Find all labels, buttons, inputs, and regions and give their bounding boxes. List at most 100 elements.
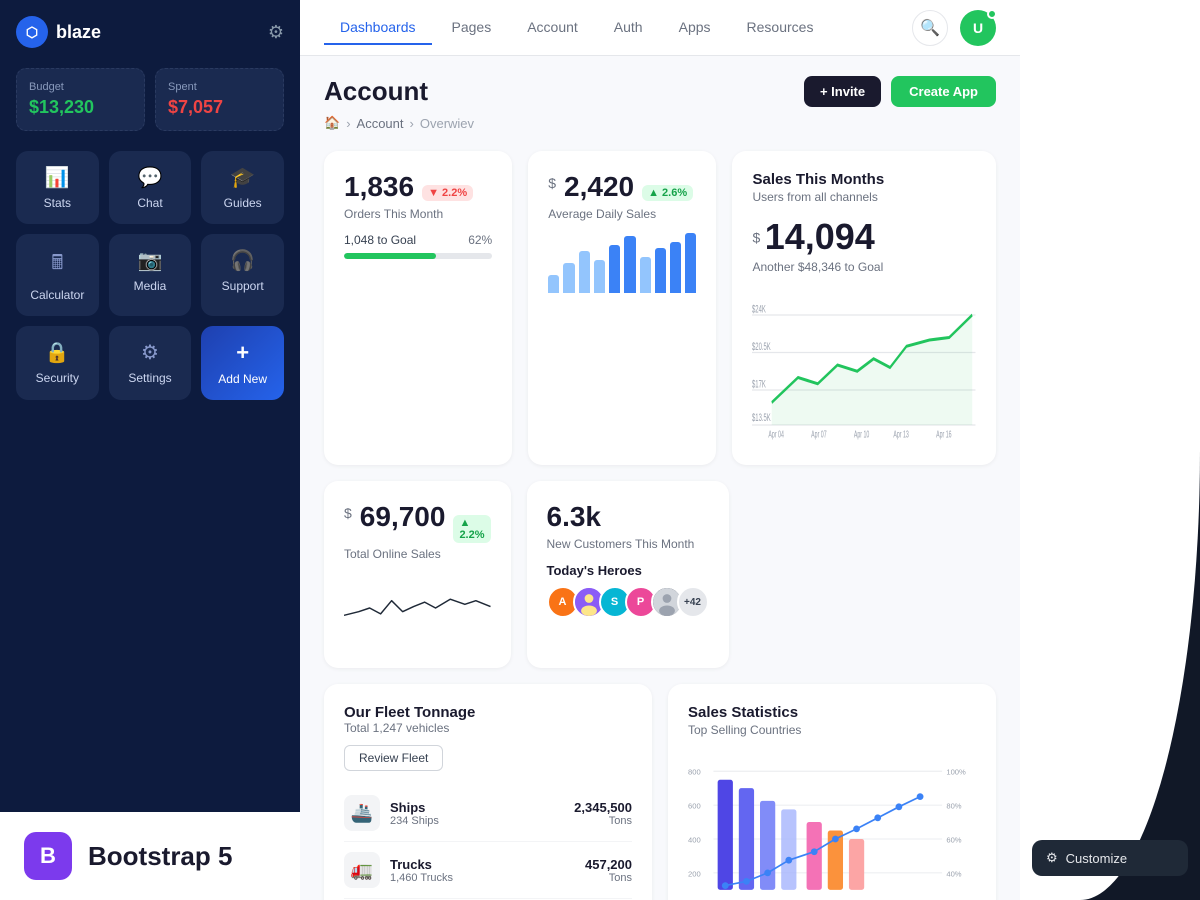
budget-cards: Budget $13,230 Spent $7,057 [16, 68, 284, 131]
tab-resources[interactable]: Resources [731, 11, 830, 45]
trucks-icon: 🚛 [344, 852, 380, 888]
wavy-chart [344, 573, 491, 643]
avatar[interactable]: U [960, 10, 996, 46]
page-title: Account [324, 76, 428, 107]
tab-pages[interactable]: Pages [436, 11, 508, 45]
sidebar-item-calculator[interactable]: 🖩 Calculator [16, 234, 99, 316]
sales-month-sub: Users from all channels [752, 190, 976, 204]
sidebar-item-support[interactable]: 🎧 Support [201, 234, 284, 316]
avatar-status-dot [987, 9, 997, 19]
breadcrumb-account[interactable]: Account [357, 116, 404, 131]
sidebar-item-guides[interactable]: 🎓 Guides [201, 151, 284, 224]
orders-badge: ▼ 2.2% [422, 185, 473, 201]
sidebar-item-chat[interactable]: 💬 Chat [109, 151, 192, 224]
fleet-right-ships: 2,345,500 Tons [574, 800, 632, 827]
main-area: Dashboards Pages Account Auth Apps Resou… [300, 0, 1020, 900]
orders-value: 1,836 [344, 171, 414, 203]
ships-unit: Tons [574, 815, 632, 827]
bar-3 [579, 251, 590, 293]
customers-value: 6.3k [547, 501, 602, 533]
fleet-item-trucks: 🚛 Trucks 1,460 Trucks 457,200 Tons [344, 842, 632, 899]
bottom-grid: Our Fleet Tonnage Total 1,247 vehicles R… [324, 684, 996, 900]
sales-stats-card: Sales Statistics Top Selling Countries 8… [668, 684, 996, 900]
online-sales-value: 69,700 [360, 501, 446, 533]
sidebar-item-security[interactable]: 🔒 Security [16, 326, 99, 400]
sales-stats-chart: 800 600 400 200 100% 80% 60% 40% [688, 749, 976, 900]
customize-label: Customize [1066, 851, 1127, 866]
online-sales-badge: ▲ 2.2% [453, 515, 490, 543]
breadcrumb-current: Overwiev [420, 116, 474, 131]
breadcrumb: 🏠 › Account › Overwiev [324, 115, 996, 131]
breadcrumb-home[interactable]: 🏠 [324, 115, 340, 131]
sidebar-item-add-new[interactable]: + Add New [201, 326, 284, 400]
bootstrap-badge: B Bootstrap 5 [0, 812, 300, 900]
spent-card: Spent $7,057 [155, 68, 284, 131]
review-fleet-button[interactable]: Review Fleet [344, 745, 443, 771]
svg-text:40%: 40% [946, 869, 961, 878]
gear-icon[interactable]: ⚙ [268, 22, 284, 43]
sidebar: ⬡ blaze ⚙ Budget $13,230 Spent $7,057 📊 … [0, 0, 300, 900]
bar-2 [563, 263, 574, 293]
svg-text:80%: 80% [946, 802, 961, 811]
sidebar-item-media[interactable]: 📷 Media [109, 234, 192, 316]
sales-this-month-card: Sales This Months Users from all channel… [732, 151, 996, 465]
customers-label: New Customers This Month [547, 537, 709, 551]
bar-10 [685, 233, 696, 293]
heroes-label: Today's Heroes [547, 563, 709, 578]
bar-4 [594, 260, 605, 293]
budget-label: Budget [29, 81, 132, 93]
sidebar-item-settings[interactable]: ⚙ Settings [109, 326, 192, 400]
fleet-title: Our Fleet Tonnage [344, 704, 632, 721]
stats-icon: 📊 [45, 165, 70, 190]
support-label: Support [222, 279, 264, 293]
bar-6 [624, 236, 635, 293]
svg-text:$20.5K: $20.5K [752, 340, 771, 353]
fleet-item-ships: 🚢 Ships 234 Ships 2,345,500 Tons [344, 785, 632, 842]
media-icon: 📷 [138, 248, 163, 273]
fleet-item-left-trucks: 🚛 Trucks 1,460 Trucks [344, 852, 453, 888]
support-icon: 🎧 [230, 248, 255, 273]
svg-text:100%: 100% [946, 768, 966, 777]
bootstrap-icon: B [24, 832, 72, 880]
sales-line-chart: $24K $20.5K $17K $13.5K Apr 04 Apr 07 Ap… [752, 290, 976, 440]
sales-big-number: 14,094 [765, 216, 875, 257]
sidebar-item-stats[interactable]: 📊 Stats [16, 151, 99, 224]
customers-card: 6.3k New Customers This Month Today's He… [527, 481, 729, 668]
tab-apps[interactable]: Apps [663, 11, 727, 45]
tab-account[interactable]: Account [511, 11, 594, 45]
trucks-tons: 457,200 [585, 857, 632, 872]
bootstrap-label: Bootstrap 5 [88, 841, 232, 872]
ships-name: Ships [390, 800, 439, 815]
tab-dashboards[interactable]: Dashboards [324, 11, 432, 45]
create-app-button[interactable]: Create App [891, 76, 996, 107]
page-actions: + Invite Create App [804, 76, 996, 107]
right-panel: ⚙ Customize [1020, 0, 1200, 900]
ships-count: 234 Ships [390, 815, 439, 827]
chat-icon: 💬 [138, 165, 163, 190]
mini-bar-chart [548, 233, 696, 293]
trucks-count: 1,460 Trucks [390, 872, 453, 884]
nav-grid: 📊 Stats 💬 Chat 🎓 Guides 🖩 Calculator 📷 M… [16, 151, 284, 400]
sales-month-title: Sales This Months [752, 171, 976, 188]
sales-stats-sub: Top Selling Countries [688, 723, 976, 737]
svg-text:Apr 13: Apr 13 [894, 429, 910, 440]
search-button[interactable]: 🔍 [912, 10, 948, 46]
customize-button[interactable]: ⚙ Customize [1032, 840, 1188, 876]
sales-dollar: $ [752, 230, 760, 246]
fleet-sub: Total 1,247 vehicles [344, 721, 632, 735]
ships-icon: 🚢 [344, 795, 380, 831]
svg-text:$13.5K: $13.5K [752, 411, 771, 424]
calculator-label: Calculator [30, 288, 84, 302]
svg-text:Apr 10: Apr 10 [854, 429, 870, 440]
invite-button[interactable]: + Invite [804, 76, 881, 107]
chat-label: Chat [137, 196, 162, 210]
tab-auth[interactable]: Auth [598, 11, 659, 45]
logo-area: ⬡ blaze [16, 16, 101, 48]
logo-icon: ⬡ [16, 16, 48, 48]
breadcrumb-sep1: › [346, 116, 350, 131]
bar-7 [640, 257, 651, 293]
fleet-right-trucks: 457,200 Tons [585, 857, 632, 884]
guides-label: Guides [224, 196, 262, 210]
sales-stats-title: Sales Statistics [688, 704, 976, 721]
bar-8 [655, 248, 666, 293]
